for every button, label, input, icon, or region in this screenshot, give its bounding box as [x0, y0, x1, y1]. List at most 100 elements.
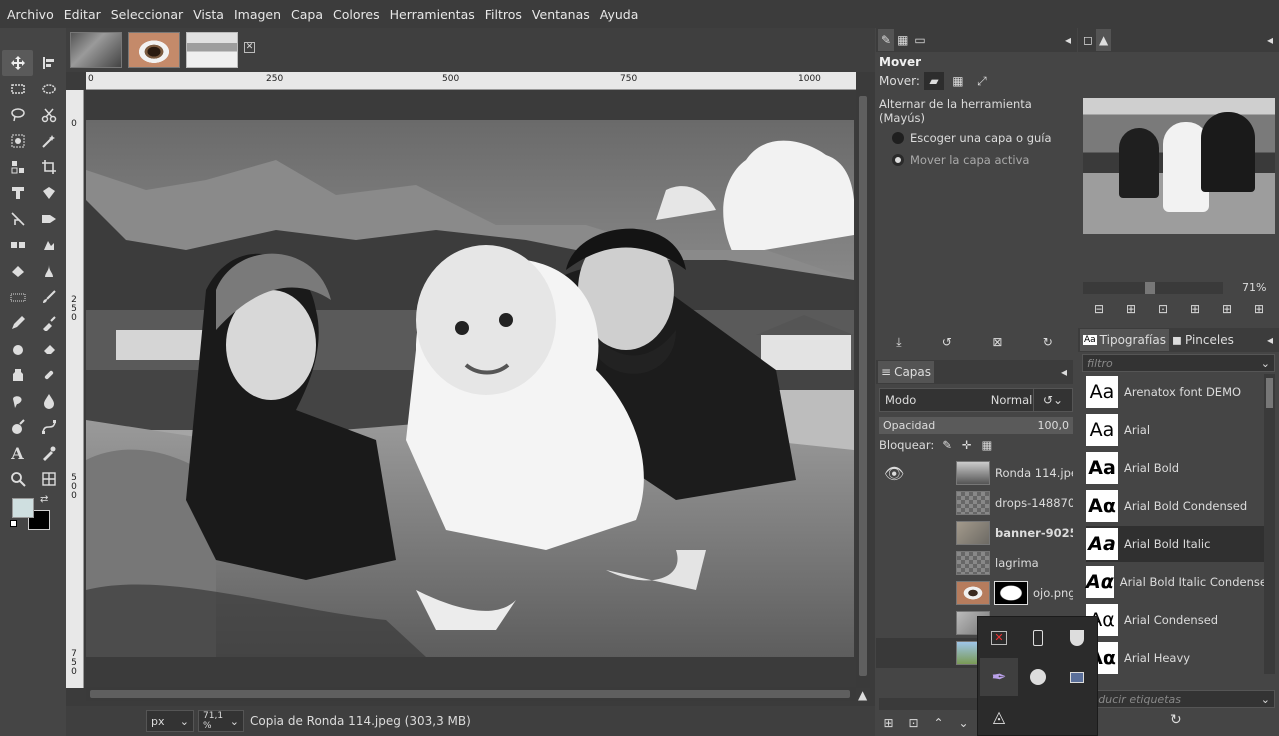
gradient-fill-icon[interactable]: [33, 258, 64, 284]
handle-transform-icon[interactable]: [33, 232, 64, 258]
zoom-out-icon[interactable]: ⊟: [1094, 302, 1104, 316]
font-filter-input[interactable]: filtro ⌄: [1082, 354, 1275, 372]
security-shield-icon[interactable]: [1058, 619, 1096, 657]
image-tab-2[interactable]: [128, 32, 180, 68]
pencil-icon[interactable]: [2, 310, 33, 336]
shrink-wrap-icon[interactable]: ⊞: [1254, 302, 1264, 316]
steam-icon[interactable]: [1019, 658, 1057, 696]
airbrush-icon[interactable]: [33, 310, 64, 336]
image-tab-3[interactable]: [186, 32, 238, 68]
tray-app-icon[interactable]: ✕: [980, 619, 1018, 657]
panel-menu-icon[interactable]: ◂: [1061, 365, 1067, 379]
usb-drive-icon[interactable]: [1019, 619, 1057, 657]
opacity-slider[interactable]: Opacidad 100,0: [879, 417, 1073, 434]
layers-tab[interactable]: ≡ Capas: [878, 361, 935, 383]
canvas-image[interactable]: [86, 120, 854, 657]
menu-herramientas[interactable]: Herramientas: [385, 7, 480, 22]
brushes-tab[interactable]: ◼ Pinceles: [1169, 329, 1237, 351]
font-item[interactable]: Aα Arial Condensed: [1086, 602, 1264, 638]
warp-transform-icon[interactable]: [33, 180, 64, 206]
unit-select[interactable]: px ⌄: [146, 710, 194, 732]
scissors-icon[interactable]: [33, 102, 64, 128]
menu-ayuda[interactable]: Ayuda: [595, 7, 644, 22]
zoom-fill-icon[interactable]: ⊞: [1222, 302, 1232, 316]
color-selector[interactable]: ⇄: [10, 494, 60, 536]
font-item[interactable]: Aa Arial: [1086, 412, 1264, 448]
google-drive-icon[interactable]: ◬: [980, 697, 1018, 735]
mypaint-brush-icon[interactable]: [2, 284, 33, 310]
move-tool-icon[interactable]: [2, 50, 33, 76]
font-list-scrollbar[interactable]: [1264, 374, 1275, 674]
bucket-fill-icon[interactable]: [2, 258, 33, 284]
move-layer-icon[interactable]: ▰: [923, 72, 944, 90]
menu-colores[interactable]: Colores: [328, 7, 385, 22]
menu-editar[interactable]: Editar: [59, 7, 106, 22]
unified-transform-icon[interactable]: [2, 180, 33, 206]
move-path-icon[interactable]: ⤢: [972, 72, 992, 90]
refresh-fonts-icon[interactable]: ↻: [1170, 712, 1182, 728]
measure-icon[interactable]: [33, 466, 64, 492]
clone-icon[interactable]: [2, 362, 33, 388]
pointer-tab-icon[interactable]: ◻: [1080, 29, 1096, 51]
zoom-slider[interactable]: [1083, 282, 1223, 294]
paths-icon[interactable]: [33, 414, 64, 440]
font-item[interactable]: Aa Arenatox font DEMO: [1086, 374, 1264, 410]
navigation-tab-icon[interactable]: ▲: [1095, 29, 1112, 51]
smudge-finger-icon[interactable]: [2, 388, 33, 414]
menu-ventanas[interactable]: Ventanas: [527, 7, 595, 22]
visibility-eye-icon[interactable]: 👁: [884, 464, 904, 483]
ellipse-select-icon[interactable]: [33, 76, 64, 102]
move-selection-icon[interactable]: ▦: [948, 72, 968, 90]
zoom-select[interactable]: 71,1 % ⌄: [198, 710, 244, 732]
lasso-icon[interactable]: [2, 102, 33, 128]
zoom-one-icon[interactable]: ⊡: [1158, 302, 1168, 316]
image-tab-1[interactable]: [70, 32, 122, 68]
option-move-active[interactable]: Mover la capa activa: [876, 149, 1077, 171]
reset-icon[interactable]: ↻: [1043, 335, 1053, 349]
blur-icon[interactable]: [33, 388, 64, 414]
smudge-icon[interactable]: [2, 336, 33, 362]
fonts-tab[interactable]: Aa Tipografías: [1080, 329, 1169, 351]
new-layer-icon[interactable]: ⊞: [883, 716, 893, 730]
font-item[interactable]: Aα Arial Bold Condensed: [1086, 488, 1264, 524]
foreground-select-icon[interactable]: [2, 128, 33, 154]
zoom-in-icon[interactable]: ⊞: [1126, 302, 1136, 316]
crop-icon[interactable]: [33, 154, 64, 180]
menu-capa[interactable]: Capa: [286, 7, 328, 22]
flip-icon[interactable]: [2, 206, 33, 232]
font-item[interactable]: Aα Arial Bold Italic Condensed: [1086, 564, 1264, 600]
delete-preset-icon[interactable]: ⊠: [992, 335, 1002, 349]
navigation-preview[interactable]: [1083, 98, 1275, 234]
font-item[interactable]: Aa Arial Bold: [1086, 450, 1264, 486]
text-tool-icon[interactable]: A: [2, 440, 33, 466]
eraser-icon[interactable]: [33, 336, 64, 362]
mode-select[interactable]: Modo Normal ⌄: [879, 388, 1054, 412]
lower-layer-icon[interactable]: ⌄: [958, 716, 968, 730]
close-tab-icon[interactable]: ✕: [244, 42, 255, 53]
lock-position-icon[interactable]: ✛: [962, 438, 972, 452]
layer-row[interactable]: ojo.png: [876, 578, 1073, 608]
font-item-selected[interactable]: Aa Arial Bold Italic: [1086, 526, 1264, 562]
zoom-slider-thumb[interactable]: [1145, 282, 1155, 294]
menu-seleccionar[interactable]: Seleccionar: [106, 7, 188, 22]
color-select-icon[interactable]: [2, 154, 33, 180]
save-preset-icon[interactable]: ⤓: [896, 335, 901, 350]
panel-menu-icon[interactable]: ◂: [1267, 333, 1273, 347]
composite-mode-button[interactable]: ↺⌄: [1033, 388, 1073, 412]
font-list-scroll-thumb[interactable]: [1266, 378, 1273, 408]
device-status-tab-icon[interactable]: ▦: [894, 29, 911, 51]
restore-preset-icon[interactable]: ↺: [942, 335, 952, 349]
cage-transform-icon[interactable]: [2, 232, 33, 258]
quick-mask-corner[interactable]: [66, 72, 86, 90]
layer-row[interactable]: lagrima: [876, 548, 1073, 578]
option-pick-layer[interactable]: Escoger una capa o guía: [876, 127, 1077, 149]
layer-row[interactable]: banner-90258: [876, 518, 1073, 548]
layer-row[interactable]: 👁 Ronda 114.jpeg: [876, 458, 1073, 488]
layer-row[interactable]: drops-148870.p: [876, 488, 1073, 518]
display-icon[interactable]: [1058, 658, 1096, 696]
zoom-fit-icon[interactable]: ⊞: [1190, 302, 1200, 316]
lock-pixels-icon[interactable]: ✎: [942, 438, 952, 452]
vertical-scroll-thumb[interactable]: [859, 96, 867, 676]
navigate-icon[interactable]: ▲: [858, 688, 867, 702]
lock-alpha-icon[interactable]: ▦: [982, 438, 993, 452]
